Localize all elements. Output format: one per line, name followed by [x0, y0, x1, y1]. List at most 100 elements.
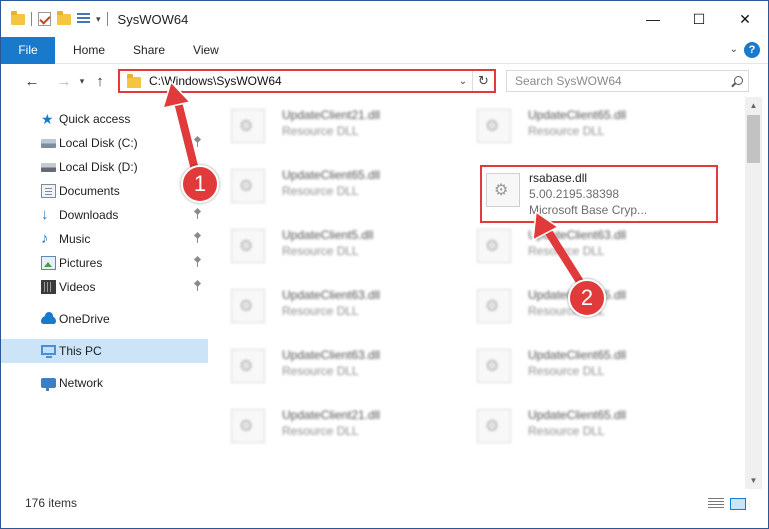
pin-icon[interactable]	[194, 281, 202, 291]
file-type: Resource DLL	[282, 244, 359, 258]
file-item[interactable]: UpdateClient21.dll Resource DLL	[209, 97, 449, 155]
sidebar-item-documents[interactable]: Documents	[1, 179, 208, 203]
customize-toolbar-chevron-icon[interactable]: ▾	[96, 14, 101, 25]
quick-access-toolbar: ▾	[1, 1, 108, 37]
music-icon: ♪	[41, 230, 49, 247]
title-bar: ▾ SysWOW64 — ☐ ✕	[1, 1, 768, 37]
file-list: UpdateClient21.dll Resource DLL UpdateCl…	[209, 97, 745, 487]
navigation-bar: ← → ▾ ↑ C:\Windows\SysWOW64 ⌄ ↻ Search S…	[1, 65, 768, 97]
dll-file-icon	[477, 349, 511, 383]
sidebar-item-onedrive[interactable]: OneDrive	[1, 307, 208, 331]
toolbar-divider	[106, 12, 108, 26]
file-type: Resource DLL	[282, 124, 359, 138]
scroll-thumb[interactable]	[747, 115, 760, 163]
folder-icon	[11, 10, 25, 25]
file-item[interactable]: UpdateClient21.dll Resource DLL	[209, 397, 449, 455]
details-view-icon[interactable]	[708, 498, 724, 510]
videos-icon	[41, 280, 56, 294]
pin-icon[interactable]	[194, 257, 202, 267]
file-name: UpdateClient65.dll	[528, 108, 627, 122]
file-type: Resource DLL	[528, 124, 605, 138]
this-pc-icon	[41, 345, 56, 358]
file-name: UpdateClient5.dll	[282, 228, 374, 242]
sidebar-item-label: Music	[59, 232, 91, 246]
file-name: UpdateClient21.dll	[282, 108, 381, 122]
folder-icon	[127, 73, 141, 88]
expand-ribbon-chevron-icon[interactable]: ⌄	[730, 44, 738, 55]
file-item[interactable]: UpdateClient65.dll Resource DLL	[455, 337, 695, 395]
sidebar-item-this-pc[interactable]: This PC	[1, 339, 208, 363]
file-item[interactable]: UpdateClient65.dll Resource DLL	[455, 97, 695, 155]
sidebar-item-downloads[interactable]: ↓ Downloads	[1, 203, 208, 227]
close-button[interactable]: ✕	[722, 1, 768, 37]
address-path[interactable]: C:\Windows\SysWOW64	[149, 74, 454, 88]
search-input[interactable]: Search SysWOW64	[515, 74, 728, 88]
file-item[interactable]: UpdateClient65.dll Resource DLL	[455, 397, 695, 455]
file-item[interactable]: UpdateClient65.dll Resource DLL	[209, 157, 449, 215]
status-bar: 176 items	[1, 489, 768, 517]
file-item[interactable]: UpdateClient63.dll Resource DLL	[209, 277, 449, 335]
sidebar-item-quick-access[interactable]: ★ Quick access	[1, 107, 208, 131]
file-name: UpdateClient65.dll	[528, 408, 627, 422]
file-type: Resource DLL	[282, 364, 359, 378]
window-title: SysWOW64	[117, 11, 189, 27]
file-item[interactable]: UpdateClient5.dll Resource DLL	[209, 217, 449, 275]
file-item-rsabase[interactable]: rsabase.dll 5.00.2195.38398 Microsoft Ba…	[480, 165, 718, 223]
pin-icon[interactable]	[194, 233, 202, 243]
pin-icon[interactable]	[194, 137, 202, 147]
step-1-badge: 1	[181, 165, 219, 203]
window-controls: — ☐ ✕	[630, 1, 768, 37]
search-box[interactable]: Search SysWOW64	[506, 70, 749, 92]
file-type: Resource DLL	[282, 184, 359, 198]
minimize-button[interactable]: —	[630, 1, 676, 37]
sidebar-item-label: This PC	[59, 344, 102, 358]
sidebar-item-label: Quick access	[59, 112, 131, 126]
file-item[interactable]: UpdateClient63.dll Resource DLL	[209, 337, 449, 395]
sidebar-item-music[interactable]: ♪ Music	[1, 227, 208, 251]
scroll-up-arrow-icon[interactable]: ▲	[745, 97, 762, 114]
pin-icon[interactable]	[194, 209, 202, 219]
file-name: UpdateClient63.dll	[282, 348, 381, 362]
tab-view[interactable]: View	[179, 37, 233, 64]
file-type: Resource DLL	[528, 364, 605, 378]
properties-check-icon[interactable]	[38, 12, 51, 26]
documents-icon	[41, 184, 56, 198]
tab-share[interactable]: Share	[119, 37, 179, 64]
scroll-down-arrow-icon[interactable]: ▼	[745, 472, 762, 489]
file-item[interactable]: UpdateClient63.dll Resource DLL	[455, 217, 695, 275]
up-button[interactable]: ↑	[89, 70, 111, 92]
file-name: rsabase.dll	[529, 171, 588, 185]
sidebar-item-label: Documents	[59, 184, 120, 198]
address-bar[interactable]: C:\Windows\SysWOW64 ⌄ ↻	[118, 69, 496, 93]
dll-file-icon	[477, 409, 511, 443]
sidebar-item-network[interactable]: Network	[1, 371, 208, 395]
forward-button[interactable]: →	[53, 70, 75, 92]
sidebar-item-local-disk-d[interactable]: Local Disk (D:)	[1, 155, 208, 179]
sidebar-item-label: Pictures	[59, 256, 103, 270]
sidebar-item-videos[interactable]: Videos	[1, 275, 208, 299]
sidebar-item-local-disk-c[interactable]: Local Disk (C:)	[1, 131, 208, 155]
help-icon[interactable]: ?	[744, 42, 760, 58]
tab-home[interactable]: Home	[59, 37, 119, 64]
file-version: 5.00.2195.38398	[529, 187, 620, 201]
properties-icon[interactable]	[77, 13, 90, 25]
recent-locations-button[interactable]: ▾	[75, 70, 89, 92]
search-icon[interactable]	[728, 74, 748, 88]
tab-file[interactable]: File	[1, 36, 55, 64]
file-explorer-window: ▾ SysWOW64 — ☐ ✕ File Home Share View ⌄ …	[0, 0, 769, 529]
address-history-chevron-icon[interactable]: ⌄	[454, 76, 472, 87]
view-switcher	[708, 498, 746, 510]
sidebar-item-pictures[interactable]: Pictures	[1, 251, 208, 275]
back-button[interactable]: ←	[21, 70, 43, 92]
refresh-icon[interactable]: ↻	[472, 71, 494, 91]
vertical-scrollbar[interactable]: ▲ ▼	[745, 97, 762, 489]
dll-file-icon	[231, 409, 265, 443]
dll-file-icon	[486, 173, 520, 207]
tiles-view-icon[interactable]	[730, 498, 746, 510]
new-folder-icon[interactable]	[57, 10, 71, 25]
dll-file-icon	[231, 109, 265, 143]
dll-file-icon	[477, 289, 511, 323]
maximize-button[interactable]: ☐	[676, 1, 722, 37]
dll-file-icon	[231, 349, 265, 383]
sidebar-item-label: Local Disk (D:)	[59, 160, 138, 174]
